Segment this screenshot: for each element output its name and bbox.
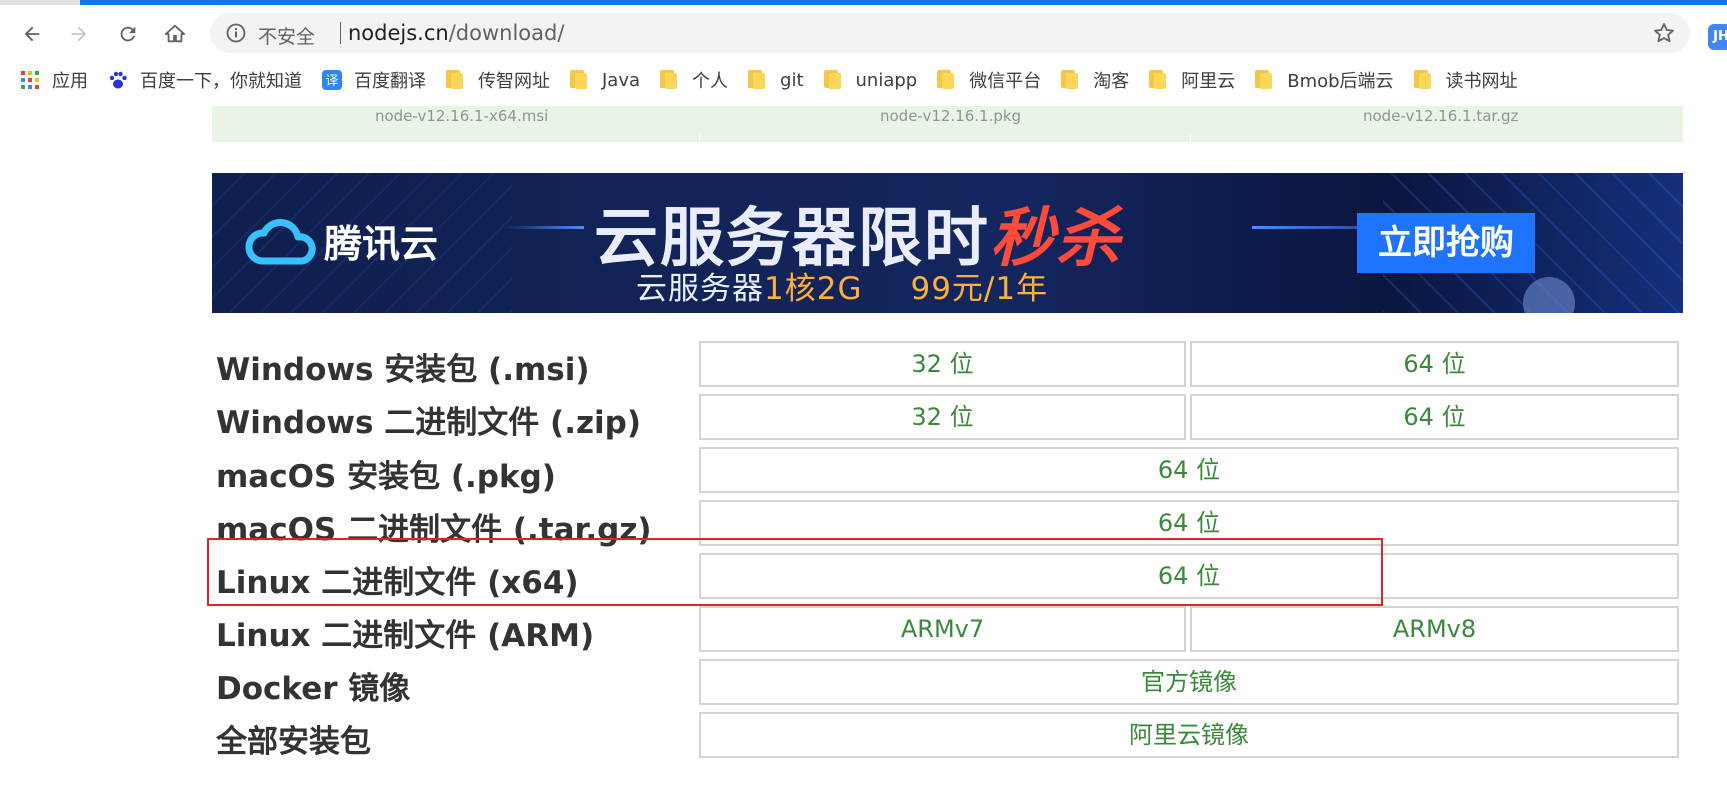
download-windows-msi-32[interactable]: 32 位	[699, 341, 1186, 387]
sub-spec: 1核2G	[764, 271, 863, 307]
baidu-paw-icon	[109, 71, 127, 89]
bookmark-label: 传智网址	[478, 71, 550, 92]
strip-divider	[1190, 134, 1191, 142]
download-windows-zip-32[interactable]: 32 位	[699, 394, 1186, 440]
row-label-all-packages: 全部安装包	[216, 724, 371, 760]
strip-divider	[699, 134, 700, 142]
home-button[interactable]	[160, 19, 190, 49]
browser-toolbar: 不安全 nodejs.cn/download/ JH	[0, 5, 1727, 59]
download-windows-msi-64[interactable]: 64 位	[1190, 341, 1679, 387]
home-icon	[164, 24, 186, 43]
bookmark-folder-git[interactable]: git	[738, 65, 813, 95]
star-icon[interactable]	[1652, 21, 1676, 45]
url-host: nodejs.cn	[348, 21, 449, 45]
bookmark-label: 读书网址	[1445, 71, 1518, 92]
bookmark-label: 淘客	[1093, 71, 1130, 92]
security-label[interactable]: 不安全	[258, 22, 315, 49]
bookmarks-bar: 应用 百度一下，你就知道 译 百度翻译 传智网址 Java 个人 git uni…	[0, 62, 1727, 98]
profile-avatar[interactable]: JH	[1708, 24, 1727, 50]
folder-icon	[1413, 70, 1432, 90]
back-button[interactable]	[17, 19, 47, 49]
download-macos-pkg-64[interactable]: 64 位	[699, 447, 1679, 493]
bookmark-folder-aliyun[interactable]: 阿里云	[1139, 65, 1245, 95]
banner-deco-line	[504, 226, 584, 229]
row-label-windows-msi: Windows 安装包 (.msi)	[216, 352, 590, 388]
bookmark-label: Bmob后端云	[1287, 71, 1394, 92]
address-divider	[340, 22, 341, 44]
bookmark-folder-wechat[interactable]: 微信平台	[927, 65, 1051, 95]
download-linux-armv7[interactable]: ARMv7	[699, 606, 1186, 652]
url-text[interactable]: nodejs.cn/download/	[348, 21, 564, 45]
installer-targz-link[interactable]: node-v12.16.1.tar.gz	[1363, 107, 1518, 125]
buy-now-button[interactable]: 立即抢购	[1357, 213, 1535, 273]
bookmark-label: 应用	[52, 71, 88, 92]
sub-price: 99元/1年	[910, 271, 1049, 307]
sub-main: 云服务器	[636, 271, 764, 307]
back-icon	[24, 26, 40, 42]
brand-name: 腾讯云	[324, 222, 439, 266]
bookmark-folder-personal[interactable]: 个人	[650, 65, 738, 95]
bookmark-label: 百度一下，你就知道	[140, 71, 302, 92]
download-linux-armv8[interactable]: ARMv8	[1190, 606, 1679, 652]
bookmark-label: 阿里云	[1181, 71, 1236, 92]
folder-icon	[937, 70, 955, 90]
forward-button[interactable]	[64, 19, 94, 49]
download-windows-zip-64[interactable]: 64 位	[1190, 394, 1679, 440]
bookmark-folder-chuanzhi[interactable]: 传智网址	[436, 65, 560, 95]
tencent-cloud-ad-banner[interactable]: 腾讯云 云服务器限时秒杀 云服务器1核2G 99元/1年 立即抢购	[212, 173, 1683, 313]
bookmark-baidu[interactable]: 百度一下，你就知道	[98, 65, 312, 95]
bookmark-label: git	[780, 69, 804, 91]
bookmark-folder-books[interactable]: 读书网址	[1404, 65, 1528, 95]
bookmark-folder-bmob[interactable]: Bmob后端云	[1245, 65, 1403, 95]
cloud-logo-icon	[245, 218, 316, 264]
download-aliyun-mirror[interactable]: 阿里云镜像	[699, 712, 1679, 758]
svg-text:译: 译	[325, 74, 338, 89]
folder-icon	[660, 70, 678, 90]
translate-icon: 译	[322, 70, 342, 90]
bookmark-baidu-translate[interactable]: 译 百度翻译	[312, 65, 436, 95]
row-label-macos-pkg: macOS 安装包 (.pkg)	[216, 459, 556, 495]
folder-icon	[823, 70, 842, 90]
tencent-cloud-logo: 腾讯云	[244, 213, 438, 268]
folder-icon	[1255, 70, 1273, 90]
bookmark-folder-taoke[interactable]: 淘客	[1051, 65, 1139, 95]
forward-icon	[71, 26, 87, 42]
linux-x64-highlight-box	[207, 538, 1383, 606]
folder-icon	[1061, 70, 1079, 90]
installer-msi-link[interactable]: node-v12.16.1-x64.msi	[375, 107, 548, 125]
installer-pkg-link[interactable]: node-v12.16.1.pkg	[880, 107, 1021, 125]
bookmark-label: Java	[602, 69, 641, 91]
bookmark-label: uniapp	[855, 69, 918, 91]
apps-grid-icon	[21, 71, 39, 89]
installer-file-strip: node-v12.16.1-x64.msi node-v12.16.1.pkg …	[212, 106, 1683, 142]
url-path: /download/	[448, 21, 565, 45]
reload-button[interactable]	[113, 19, 143, 49]
address-bar[interactable]: 不安全 nodejs.cn/download/	[210, 13, 1690, 53]
reload-icon	[120, 26, 136, 42]
folder-icon	[1149, 70, 1167, 90]
bookmark-label: 个人	[692, 71, 729, 92]
row-label-windows-zip: Windows 二进制文件 (.zip)	[216, 405, 642, 441]
folder-icon	[446, 70, 464, 90]
info-icon[interactable]	[226, 23, 246, 43]
bookmark-label: 微信平台	[969, 71, 1042, 92]
bookmark-folder-uniapp[interactable]: uniapp	[814, 65, 928, 95]
row-label-linux-arm: Linux 二进制文件 (ARM)	[216, 618, 595, 654]
bookmark-folder-java[interactable]: Java	[560, 65, 650, 95]
bookmark-label: 百度翻译	[354, 71, 426, 92]
banner-subline: 云服务器1核2G 99元/1年	[636, 263, 1048, 308]
bookmark-apps[interactable]: 应用	[0, 65, 98, 95]
folder-icon	[570, 70, 588, 90]
folder-icon	[748, 70, 766, 90]
row-label-docker: Docker 镜像	[216, 671, 411, 707]
download-docker-official[interactable]: 官方镜像	[699, 659, 1679, 705]
